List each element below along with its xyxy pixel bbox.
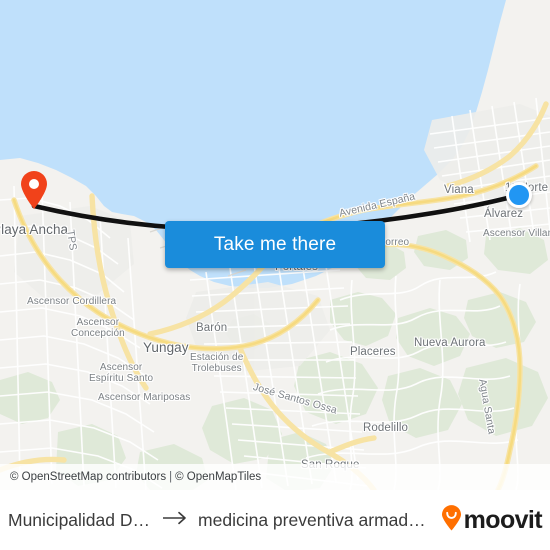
route-endpoints: Municipalidad De ... medicina preventiva… — [8, 510, 435, 531]
osm-attribution-link[interactable]: © OpenStreetMap contributors — [10, 471, 166, 483]
origin-pin[interactable] — [19, 170, 49, 210]
attribution-separator: | — [169, 471, 173, 483]
app-root: Playa AnchaTPSAscensor CordilleraAscenso… — [0, 0, 550, 550]
moovit-logo: moovit — [441, 504, 543, 536]
route-origin-label: Municipalidad De ... — [8, 509, 155, 530]
openmaptiles-attribution-link[interactable]: © OpenMapTiles — [175, 471, 261, 483]
take-me-there-button[interactable]: Take me there — [165, 221, 385, 268]
moovit-wordmark: moovit — [463, 505, 543, 534]
map-canvas[interactable]: Playa AnchaTPSAscensor CordilleraAscenso… — [0, 0, 550, 490]
moovit-pin-icon — [441, 504, 462, 536]
map-attribution: © OpenStreetMap contributors | © OpenMapTi… — [0, 464, 550, 490]
route-footer: Municipalidad De ... medicina preventiva… — [0, 490, 550, 550]
arrow-right-icon — [162, 511, 189, 530]
destination-dot[interactable] — [506, 182, 532, 208]
route-destination-label: medicina preventiva armada d... — [198, 509, 435, 530]
